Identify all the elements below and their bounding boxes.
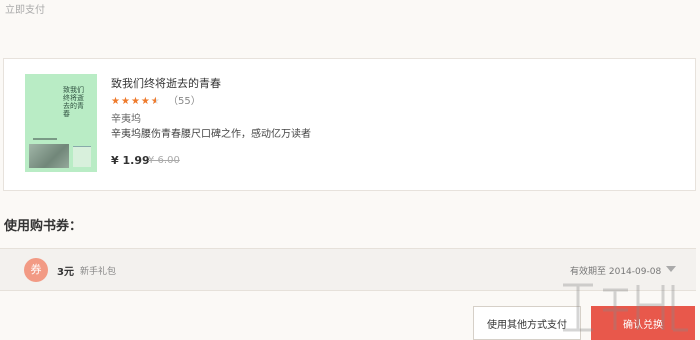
page-title: 立即支付 <box>5 5 45 16</box>
book-title[interactable]: 致我们终将逝去的青春 <box>111 75 221 91</box>
coupon-name: 新手礼包 <box>80 267 117 277</box>
other-payment-button[interactable]: 使用其他方式支付 <box>473 306 581 340</box>
star-icon: ★ <box>120 96 131 107</box>
coupon-heading: 使用购书券： <box>4 219 83 234</box>
book-price: ¥ 1.99 <box>111 154 150 167</box>
confirm-exchange-button[interactable]: 确认兑换 <box>591 306 695 340</box>
book-rating: ★★★★★ （55） <box>111 92 201 107</box>
chevron-down-icon[interactable] <box>666 266 676 272</box>
coupon-amount: 3元 <box>57 267 74 278</box>
coupon-row[interactable]: 券 3元 新手礼包 有效期至 2014-09-08 <box>0 248 696 291</box>
cover-author-line <box>33 138 57 140</box>
cover-art <box>29 144 69 168</box>
star-icon: ★ <box>140 96 151 107</box>
book-card[interactable]: 致我们终将逝去的青春 致我们终将逝去的青春 ★★★★★ （55） 辛夷坞 辛夷坞… <box>3 58 696 191</box>
cover-art-detail <box>73 146 91 167</box>
star-half-icon: ★ <box>151 96 161 107</box>
coupon-expiry: 有效期至 2014-09-08 <box>570 267 662 277</box>
coupon-badge-icon: 券 <box>24 258 48 282</box>
book-description: 辛夷坞腰伤青春腰尺口碑之作，感动亿万读者 <box>111 129 311 140</box>
book-original-price: ¥ 6.00 <box>148 155 180 166</box>
book-author: 辛夷坞 <box>111 114 141 125</box>
star-icon: ★ <box>130 96 141 107</box>
cover-title: 致我们终将逝去的青春 <box>63 86 84 118</box>
rating-stars: ★★★★★ <box>111 96 165 107</box>
book-cover[interactable]: 致我们终将逝去的青春 <box>25 74 97 172</box>
review-count: （55） <box>168 96 201 107</box>
star-icon: ★ <box>111 96 121 107</box>
